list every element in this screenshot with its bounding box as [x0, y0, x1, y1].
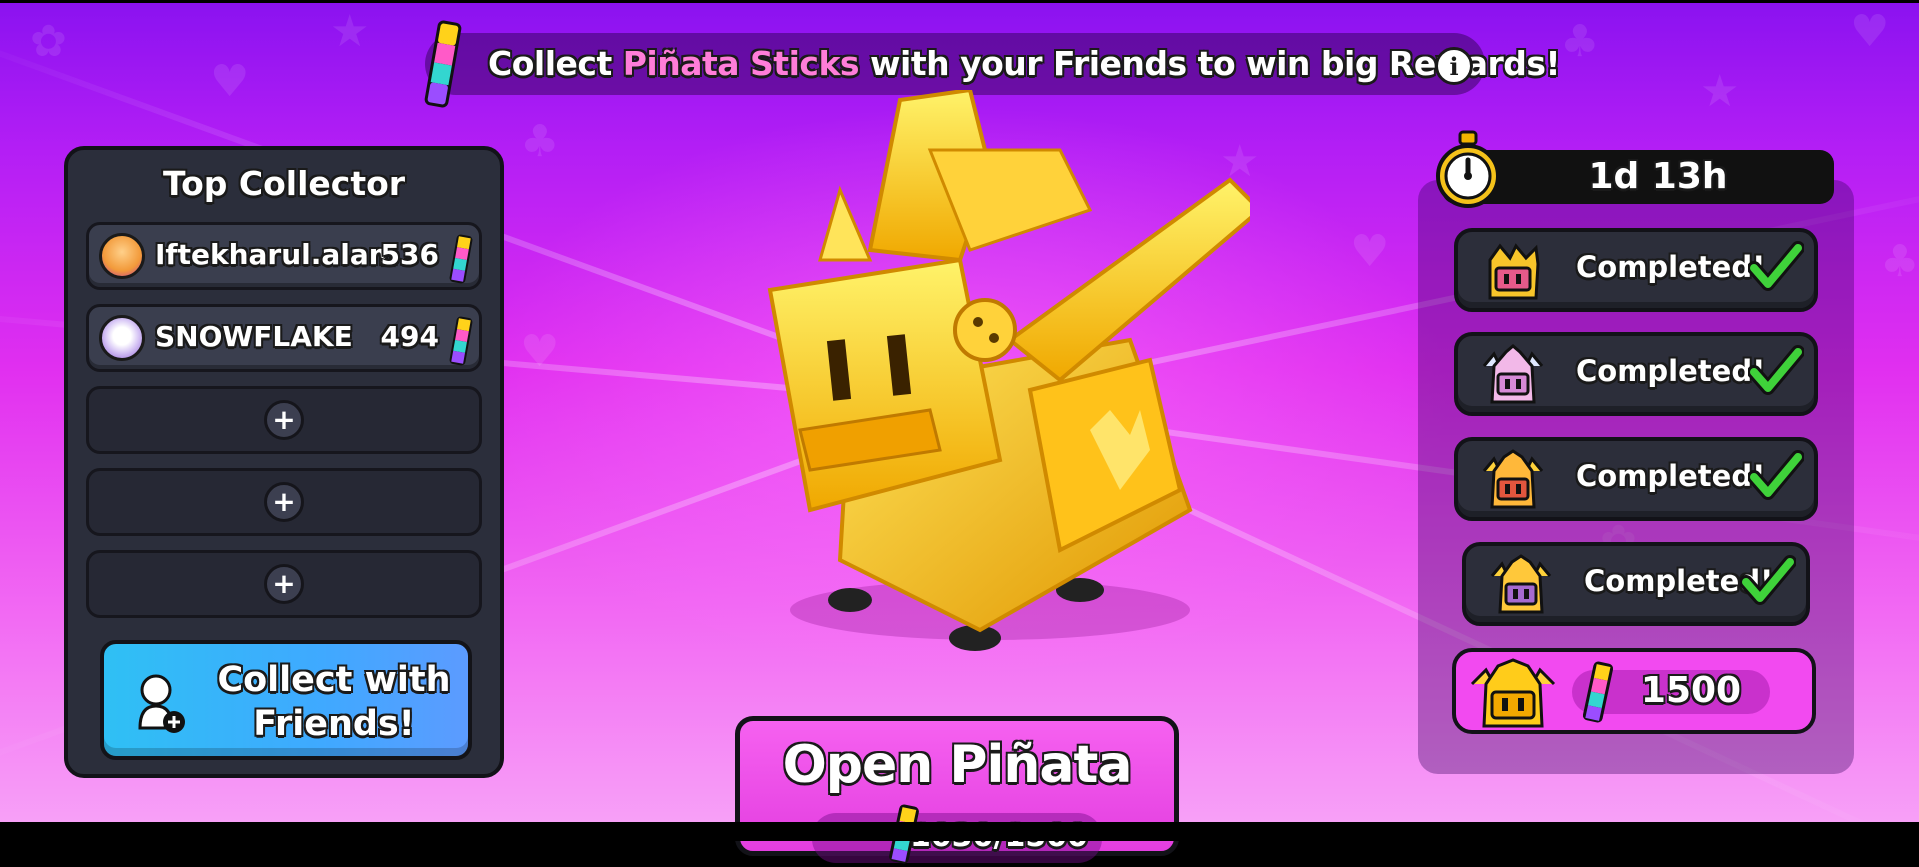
final-reward-tier[interactable]: 1500	[1452, 648, 1816, 734]
collector-row[interactable]: Iftekharul.alam 536	[86, 222, 482, 290]
pinata-stick-icon	[449, 234, 473, 284]
golden-pinata[interactable]	[730, 90, 1250, 670]
add-friend-icon[interactable]: +	[264, 564, 304, 604]
pinata-tier2-icon	[1482, 344, 1544, 404]
open-pinata-label: Open Piñata	[782, 735, 1133, 795]
pinata-tier3-icon	[1482, 449, 1544, 509]
banner-text: Collect Piñata Sticks with your Friends …	[488, 44, 1561, 83]
banner-highlight: Piñata Sticks	[622, 44, 860, 83]
bottom-edge	[0, 822, 1919, 841]
reward-tier-4[interactable]: Completed!	[1462, 542, 1810, 626]
pinata-stick-icon	[449, 316, 473, 366]
final-reward-value: 1500	[1640, 670, 1742, 711]
reward-tier-2[interactable]: Completed!	[1454, 332, 1818, 416]
avatar	[99, 315, 145, 361]
tier-status: Completed!	[1576, 250, 1766, 284]
reward-tier-1[interactable]: Completed!	[1454, 228, 1818, 312]
check-icon	[1748, 450, 1804, 500]
empty-slot[interactable]: +	[86, 386, 482, 454]
pinata-tier4-icon	[1490, 554, 1552, 614]
panel-title: Top Collector	[162, 164, 406, 203]
stopwatch-icon	[1436, 130, 1500, 208]
collector-row[interactable]: SNOWFLAKE 494	[86, 304, 482, 372]
player-name: SNOWFLAKE	[155, 320, 353, 353]
avatar	[99, 233, 145, 279]
stick-count: 536	[380, 238, 439, 271]
player-name: Iftekharul.alam	[155, 238, 398, 271]
stick-count: 494	[380, 320, 439, 353]
check-icon	[1748, 345, 1804, 395]
collect-with-friends-button[interactable]: Collect with Friends!	[100, 640, 472, 760]
empty-slot[interactable]: +	[86, 468, 482, 536]
info-icon[interactable]: i	[1435, 47, 1473, 85]
collect-button-label: Collect with Friends!	[217, 660, 451, 744]
top-edge	[0, 0, 1919, 3]
add-friend-icon[interactable]: +	[264, 482, 304, 522]
check-icon	[1740, 555, 1796, 605]
reward-tier-3[interactable]: Completed!	[1454, 437, 1818, 521]
check-icon	[1748, 241, 1804, 291]
banner-prefix: Collect	[488, 44, 612, 83]
tier-status: Completed!	[1576, 459, 1766, 493]
tier-status: Completed!	[1576, 354, 1766, 388]
top-collector-panel: Top Collector Iftekharul.alam 536 SNOWFL…	[64, 146, 504, 778]
empty-slot[interactable]: +	[86, 550, 482, 618]
add-friend-icon[interactable]: +	[264, 400, 304, 440]
pinata-tier1-icon	[1488, 243, 1540, 300]
golden-pinata-icon	[1470, 658, 1556, 728]
friend-icon	[138, 674, 185, 733]
